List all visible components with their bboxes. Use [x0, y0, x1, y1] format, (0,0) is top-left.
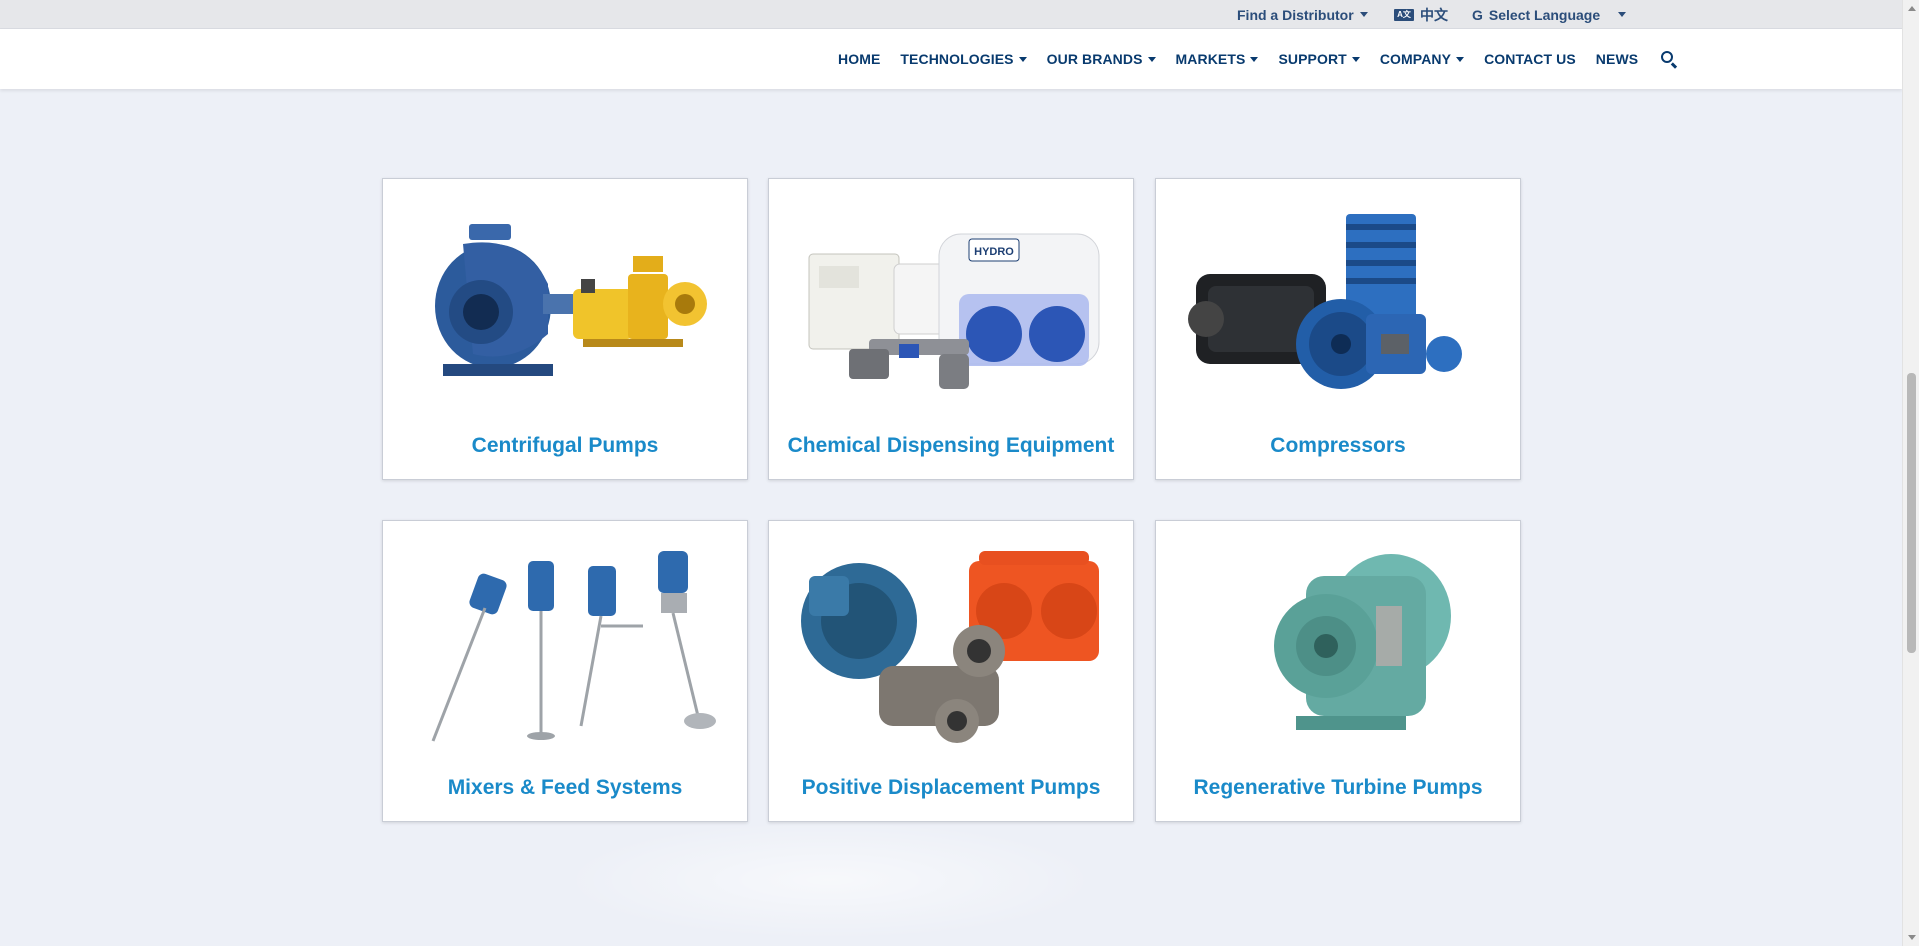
scroll-up-icon[interactable] [1908, 6, 1916, 11]
select-language-label: Select Language [1488, 6, 1601, 23]
translate-icon: A文 [1394, 8, 1414, 21]
nav-label: CONTACT US [1484, 51, 1576, 67]
card-label: Mixers & Feed Systems [447, 776, 683, 799]
nav-label: TECHNOLOGIES [900, 51, 1014, 67]
card-label: Positive Displacement Pumps [801, 776, 1101, 799]
find-distributor-dropdown[interactable]: Find a Distributor [1237, 0, 1368, 29]
nav-markets[interactable]: MARKETS [1176, 51, 1259, 67]
google-g-icon: G [1472, 6, 1483, 23]
find-distributor-label: Find a Distributor [1237, 6, 1354, 23]
card-turbine-pumps[interactable]: Regenerative Turbine Pumps [1155, 520, 1521, 822]
nav-label: COMPANY [1379, 51, 1452, 67]
scroll-down-icon[interactable] [1908, 935, 1916, 940]
search-icon[interactable] [1660, 50, 1678, 69]
nav-our-brands[interactable]: OUR BRANDS [1047, 51, 1156, 67]
nav-home[interactable]: HOME [838, 51, 880, 67]
chevron-down-icon [1359, 12, 1368, 17]
utility-bar: Find a Distributor A文 中文 G Select Langua… [0, 0, 1902, 29]
nav-contact-us[interactable]: CONTACT US [1484, 51, 1576, 67]
nav-label: HOME [838, 51, 881, 67]
card-label: Chemical Dispensing Equipment [787, 434, 1115, 457]
chevron-down-icon [1147, 56, 1156, 62]
nav-company[interactable]: COMPANY [1379, 51, 1465, 67]
card-pd-pumps[interactable]: Positive Displacement Pumps [768, 520, 1134, 822]
chevron-down-icon [1618, 12, 1626, 17]
chevron-down-icon [1351, 56, 1360, 62]
select-language-caret[interactable] [1618, 0, 1626, 29]
page-scrollbar[interactable] [1902, 0, 1919, 946]
chevron-down-icon [1456, 56, 1465, 62]
card-centrifugal-pumps[interactable]: Centrifugal Pumps [382, 178, 748, 480]
compressors-image [1188, 214, 1462, 389]
nav-news[interactable]: NEWS [1596, 51, 1638, 67]
turbine-pumps-image [1274, 554, 1451, 730]
chevron-down-icon [1018, 56, 1027, 62]
card-chemical-dispensing[interactable]: HYDRO Chemical Dispensing Equipment [768, 178, 1134, 480]
nav-support[interactable]: SUPPORT [1278, 51, 1360, 67]
card-label: Compressors [1270, 434, 1406, 457]
chinese-language-link[interactable]: A文 中文 [1394, 0, 1448, 29]
nav-label: SUPPORT [1278, 51, 1347, 67]
mixers-image [431, 551, 716, 742]
pd-pumps-image [801, 551, 1099, 743]
hydro-brand-text: HYDRO [974, 246, 1014, 258]
scroll-thumb[interactable] [1907, 373, 1916, 653]
chevron-down-icon [1250, 56, 1259, 62]
card-label: Centrifugal Pumps [471, 434, 659, 457]
background-glow [560, 820, 1100, 940]
site-header: HOME TECHNOLOGIES OUR BRANDS MARKETS SUP… [0, 29, 1902, 89]
select-language-dropdown[interactable]: G Select Language [1472, 0, 1600, 29]
chinese-label: 中文 [1420, 6, 1448, 23]
chemical-dispensing-image: HYDRO [808, 233, 1100, 389]
card-label: Regenerative Turbine Pumps [1193, 776, 1483, 799]
card-mixers[interactable]: Mixers & Feed Systems [382, 520, 748, 822]
card-compressors[interactable]: Compressors [1155, 178, 1521, 480]
nav-label: MARKETS [1175, 51, 1246, 67]
nav-technologies[interactable]: TECHNOLOGIES [900, 51, 1027, 67]
nav-label: NEWS [1595, 51, 1639, 67]
main-nav: HOME TECHNOLOGIES OUR BRANDS MARKETS SUP… [838, 29, 1678, 89]
centrifugal-pumps-image [435, 224, 707, 376]
nav-label: OUR BRANDS [1046, 51, 1143, 67]
